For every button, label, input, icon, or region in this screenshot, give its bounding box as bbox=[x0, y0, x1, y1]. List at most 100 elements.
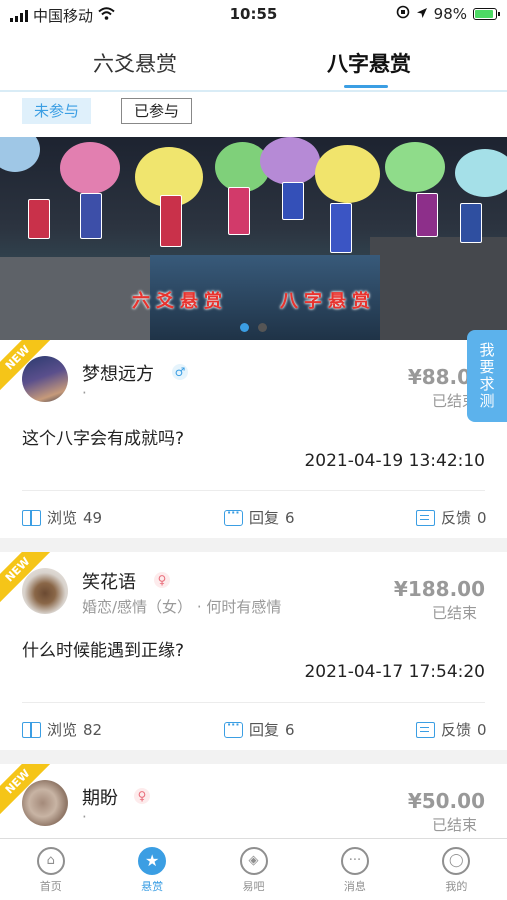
promo-banner[interactable]: 六爻悬赏 八字悬赏 bbox=[0, 137, 507, 340]
banner-lantern bbox=[260, 137, 320, 185]
comment-icon bbox=[224, 506, 243, 526]
username[interactable]: 笑花语 bbox=[82, 568, 136, 594]
carousel-dot[interactable] bbox=[258, 323, 267, 332]
carousel-dots bbox=[240, 323, 267, 332]
banner-tag bbox=[160, 195, 182, 247]
banner-text-liuyao: 六爻悬赏 bbox=[132, 291, 228, 312]
profile-icon: ◯ bbox=[442, 847, 471, 875]
replies-count: 6 bbox=[285, 720, 295, 739]
banner-tag bbox=[330, 203, 352, 253]
feedback-count: 0 bbox=[477, 508, 487, 527]
banner-lantern bbox=[385, 142, 445, 192]
feedback-label: 反馈 bbox=[441, 509, 472, 527]
post-card[interactable]: NEW 笑花语 ♀ 婚恋/感情（女） · 何时有感情 ¥188.00 已结束 什… bbox=[0, 552, 507, 750]
post-card[interactable]: NEW 梦想远方 ♂ · ¥88.00 已结束 这个八字会有成就吗? 2021-… bbox=[0, 340, 507, 538]
nav-yiba-label: 易吧 bbox=[242, 880, 265, 893]
banner-tag bbox=[460, 203, 482, 243]
bounty-price: ¥188.00 bbox=[393, 577, 485, 601]
home-icon: ⌂ bbox=[36, 847, 65, 875]
lock-rotation-icon bbox=[396, 5, 410, 23]
replies-label: 回复 bbox=[249, 721, 280, 739]
nav-bounty-label: 悬赏 bbox=[141, 880, 164, 893]
request-reading-button[interactable]: 我要求测 bbox=[467, 330, 507, 422]
nav-profile-label: 我的 bbox=[445, 880, 468, 893]
comment-icon bbox=[224, 718, 243, 738]
bounty-price: ¥50.00 bbox=[407, 789, 485, 813]
banner-lantern bbox=[315, 145, 380, 203]
username[interactable]: 梦想远方 bbox=[82, 360, 154, 386]
views-label: 浏览 bbox=[47, 509, 78, 527]
post-card[interactable]: NEW 期盼 ♀ · ¥50.00 已结束 bbox=[0, 764, 507, 838]
carousel-dot-active[interactable] bbox=[240, 323, 249, 332]
compass-icon: ◈ bbox=[239, 847, 268, 875]
post-status: 已结束 bbox=[431, 604, 477, 622]
banner-text-bazi: 八字悬赏 bbox=[280, 291, 376, 312]
post-datetime: 2021-04-17 17:54:20 bbox=[304, 662, 485, 682]
battery-icon bbox=[473, 8, 500, 20]
replies-stat[interactable]: 回复 6 bbox=[224, 506, 295, 528]
nav-messages[interactable]: ··· 消息 bbox=[304, 839, 405, 900]
nav-yiba[interactable]: ◈ 易吧 bbox=[203, 839, 304, 900]
avatar[interactable] bbox=[22, 780, 68, 826]
battery-percent: 98% bbox=[433, 5, 467, 23]
post-status: 已结束 bbox=[431, 816, 477, 834]
gender-female-icon: ♀ bbox=[154, 572, 170, 588]
tab-liuyao-bounty[interactable]: 六爻悬赏 bbox=[93, 48, 177, 78]
post-question[interactable]: 这个八字会有成就吗? bbox=[22, 424, 184, 449]
views-count: 82 bbox=[83, 720, 103, 739]
nav-profile[interactable]: ◯ 我的 bbox=[406, 839, 507, 900]
post-category: · bbox=[82, 384, 87, 402]
views-stat: 浏览 82 bbox=[22, 719, 102, 740]
post-datetime: 2021-04-19 13:42:10 bbox=[304, 451, 485, 471]
banner-tag bbox=[282, 182, 304, 220]
active-tab-indicator bbox=[344, 85, 388, 88]
book-icon bbox=[22, 509, 41, 526]
filter-joined[interactable]: 已参与 bbox=[121, 98, 193, 124]
feedback-icon bbox=[416, 721, 435, 738]
divider bbox=[22, 702, 485, 703]
divider bbox=[22, 490, 485, 491]
star-icon: ★ bbox=[138, 847, 167, 875]
bottom-nav: ⌂ 首页 ★ 悬赏 ◈ 易吧 ··· 消息 ◯ 我的 bbox=[0, 838, 507, 900]
replies-stat[interactable]: 回复 6 bbox=[224, 718, 295, 740]
banner-lantern bbox=[60, 142, 120, 194]
views-count: 49 bbox=[83, 508, 103, 527]
message-icon: ··· bbox=[340, 847, 369, 875]
views-label: 浏览 bbox=[47, 721, 78, 739]
filter-bar: 未参与 已参与 bbox=[0, 92, 507, 137]
book-icon bbox=[22, 721, 41, 738]
gender-male-icon: ♂ bbox=[172, 364, 188, 380]
banner-tag bbox=[28, 199, 50, 239]
username[interactable]: 期盼 bbox=[82, 784, 118, 810]
request-reading-label: 我要求测 bbox=[479, 341, 495, 410]
banner-building-left bbox=[0, 257, 150, 340]
gender-female-icon: ♀ bbox=[134, 788, 150, 804]
banner-building-right bbox=[370, 237, 507, 340]
tab-bazi-bounty[interactable]: 八字悬赏 bbox=[327, 48, 411, 78]
banner-tag bbox=[80, 193, 102, 239]
status-bar: 中国移动 10:55 98% bbox=[0, 0, 507, 30]
feedback-count: 0 bbox=[477, 720, 487, 739]
banner-tag bbox=[228, 187, 250, 235]
post-question[interactable]: 什么时候能遇到正缘? bbox=[22, 636, 184, 661]
feedback-label: 反馈 bbox=[441, 721, 472, 739]
feedback-icon bbox=[416, 509, 435, 526]
feedback-stat[interactable]: 反馈 0 bbox=[416, 507, 487, 528]
banner-lantern bbox=[455, 149, 507, 197]
avatar[interactable] bbox=[22, 568, 68, 614]
post-category: · bbox=[82, 808, 87, 826]
post-category: 婚恋/感情（女） · 何时有感情 bbox=[82, 598, 282, 616]
banner-tag bbox=[416, 193, 438, 237]
filter-not-joined[interactable]: 未参与 bbox=[22, 98, 92, 124]
views-stat: 浏览 49 bbox=[22, 507, 102, 528]
nav-home-label: 首页 bbox=[39, 880, 62, 893]
replies-count: 6 bbox=[285, 508, 295, 527]
nav-bounty[interactable]: ★ 悬赏 bbox=[101, 839, 202, 900]
replies-label: 回复 bbox=[249, 509, 280, 527]
banner-lantern bbox=[0, 137, 40, 172]
nav-messages-label: 消息 bbox=[343, 880, 366, 893]
avatar[interactable] bbox=[22, 356, 68, 402]
top-tabs: 六爻悬赏 八字悬赏 bbox=[0, 30, 507, 92]
nav-home[interactable]: ⌂ 首页 bbox=[0, 839, 101, 900]
feedback-stat[interactable]: 反馈 0 bbox=[416, 719, 487, 740]
